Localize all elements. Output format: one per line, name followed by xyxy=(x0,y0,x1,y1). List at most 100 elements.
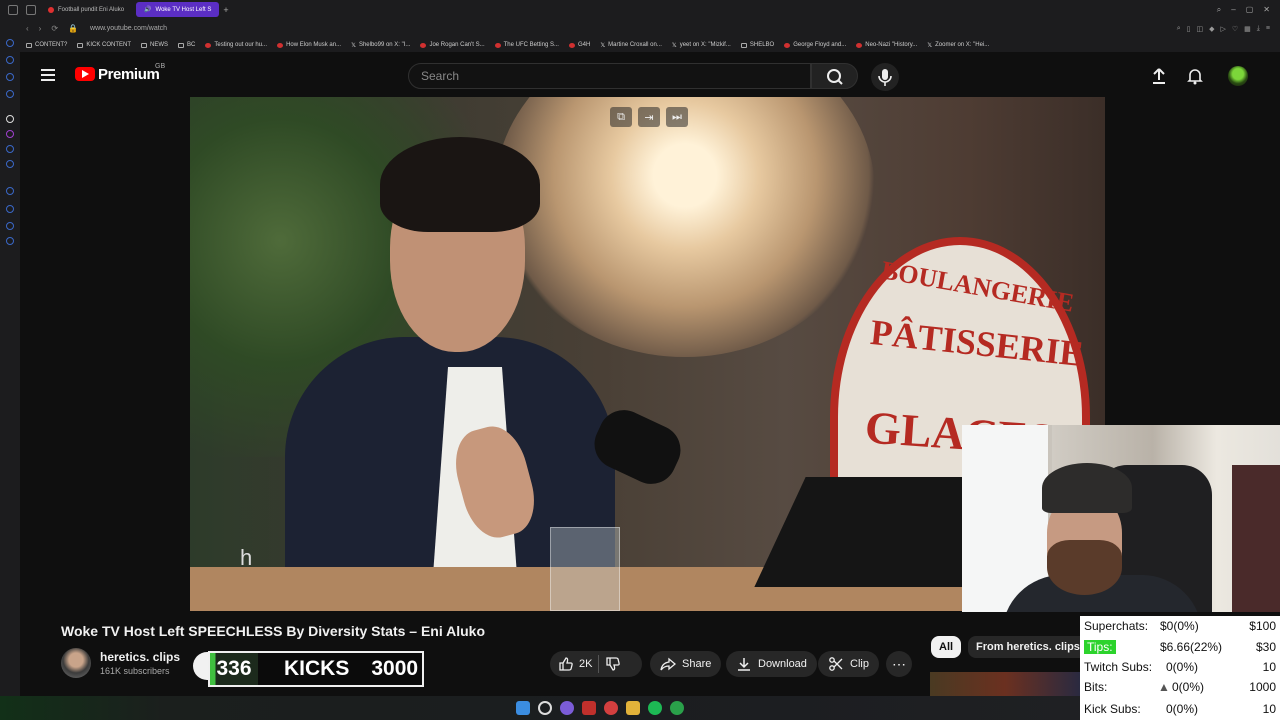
youtube-brand[interactable]: Premium xyxy=(98,66,160,83)
sidebar-clock-icon[interactable] xyxy=(6,187,14,195)
bookmark-link[interactable]: Testing out our hu... xyxy=(205,42,267,48)
filter-from-channel[interactable]: From heretics. clips xyxy=(968,636,1088,658)
more-actions-button[interactable]: ⋯ xyxy=(886,651,912,677)
back-button[interactable]: ‹ xyxy=(26,24,29,33)
spotify-icon[interactable] xyxy=(648,701,662,715)
download-icon xyxy=(738,658,750,671)
xbox-icon[interactable] xyxy=(670,701,684,715)
bookmark-link[interactable]: 𝕏yeet on X: "Mizkif... xyxy=(672,42,731,49)
bookmark-folder[interactable]: NEWS xyxy=(141,42,168,48)
search-icon[interactable] xyxy=(538,701,552,715)
stats-label: Bits: xyxy=(1084,680,1108,694)
bookmark-folder[interactable]: CONTENT? xyxy=(26,42,67,48)
bookmark-link[interactable]: How Elon Musk an... xyxy=(277,42,341,48)
stats-target: 10 xyxy=(1262,660,1276,674)
bell-icon[interactable] xyxy=(1186,67,1204,85)
url-field[interactable]: www.youtube.com/watch xyxy=(90,25,167,32)
sidebar-messenger-icon[interactable] xyxy=(6,73,14,81)
like-button[interactable]: 2K xyxy=(558,656,592,672)
tab-football-pundit[interactable]: Football pundit Eni Aluko xyxy=(40,2,132,17)
search-icon xyxy=(827,69,843,85)
menu-icon[interactable]: ≡ xyxy=(1266,25,1270,33)
sidebar-player-icon[interactable] xyxy=(6,90,14,98)
x-logo-icon: 𝕏 xyxy=(351,42,356,49)
opera-icon[interactable] xyxy=(582,701,596,715)
subscriber-count: 161K subscribers xyxy=(100,666,170,676)
sidebar-history-icon[interactable] xyxy=(6,39,14,47)
share-button[interactable]: Share xyxy=(650,651,722,677)
stats-row: Twitch Subs: 0(0%) 10 xyxy=(1084,658,1276,676)
sidebar-messenger2-icon[interactable] xyxy=(6,145,14,153)
bookmark-link[interactable]: 𝕏 Martine Croxall on... xyxy=(600,42,662,49)
thumbs-down-icon[interactable] xyxy=(605,656,621,672)
heart-icon[interactable]: ♡ xyxy=(1232,25,1238,33)
webcam-overlay xyxy=(962,425,1280,612)
bookmark-link[interactable]: Joe Rogan Can't S... xyxy=(420,42,485,48)
bookmark-link[interactable]: 𝕏 Zoomer on X: "Hei... xyxy=(927,42,989,49)
bookmark-link[interactable]: 𝕏 Shelbo99 on X: "I... xyxy=(351,42,410,49)
upload-icon[interactable] xyxy=(1150,67,1168,85)
sidebar-bookmarks-icon[interactable] xyxy=(6,56,14,64)
search-input[interactable] xyxy=(409,64,810,88)
sidebar-history2-icon[interactable] xyxy=(6,205,14,213)
channel-name[interactable]: heretics. clips xyxy=(100,650,180,664)
download-icon[interactable]: ⤓ xyxy=(1257,25,1260,33)
search-button[interactable] xyxy=(811,63,858,89)
stats-row: Bits: ▲ 0(0%) 1000 xyxy=(1084,678,1276,696)
skip-icon[interactable]: ⏭ xyxy=(666,107,688,127)
sidebar-settings-icon[interactable] xyxy=(6,237,14,245)
workspace-icon[interactable] xyxy=(8,4,18,15)
reload-button[interactable]: ⟳ xyxy=(51,24,58,33)
youtube-logo-icon[interactable] xyxy=(75,67,95,81)
stats-row: Tips: $6.66(22%) $30 xyxy=(1084,638,1276,656)
forward-button[interactable]: › xyxy=(39,24,42,33)
speaker-icon[interactable]: 🔊 xyxy=(144,6,151,13)
zoom-icon[interactable]: ⌕ xyxy=(1177,25,1181,33)
detach-icon[interactable]: ⇥ xyxy=(638,107,660,127)
extensions-icon[interactable]: ▦ xyxy=(1244,25,1251,33)
bookmark-folder[interactable]: KICK CONTENT xyxy=(77,42,131,48)
stats-value: 0(0%) xyxy=(1166,702,1199,716)
download-button[interactable]: Download xyxy=(726,651,817,677)
sidebar-ai-icon[interactable] xyxy=(6,115,14,123)
lock-icon[interactable]: 🔒 xyxy=(68,24,78,33)
close-button[interactable]: ✕ xyxy=(1263,5,1270,15)
bookmark-link[interactable]: George Floyd and... xyxy=(784,42,846,48)
account-avatar[interactable] xyxy=(1228,66,1248,86)
bookmark-link[interactable]: G4H xyxy=(568,42,590,48)
play-icon[interactable]: ▷ xyxy=(1221,25,1226,33)
camera-icon[interactable]: ◫ xyxy=(1196,25,1203,33)
folder-icon xyxy=(740,42,747,48)
sidebar-app-icon[interactable] xyxy=(6,160,14,168)
maximize-button[interactable]: ▢ xyxy=(1246,5,1254,15)
sidebar-downloads-icon[interactable] xyxy=(6,222,14,230)
voice-search-button[interactable] xyxy=(871,63,899,91)
folder-icon[interactable] xyxy=(626,701,640,715)
bookmark-folder[interactable]: BC xyxy=(178,42,195,48)
menu-icon[interactable] xyxy=(41,69,55,84)
clip-button[interactable]: Clip xyxy=(818,651,879,677)
like-count: 2K xyxy=(579,658,593,670)
bookmark-icon[interactable]: ▯ xyxy=(1187,25,1191,33)
scissors-icon xyxy=(829,657,843,671)
search-tabs-icon[interactable]: ⌕ xyxy=(1217,5,1221,15)
windows-start-icon[interactable] xyxy=(516,701,530,715)
popout-icon[interactable]: ⧉ xyxy=(610,107,632,127)
browser-icon[interactable] xyxy=(604,701,618,715)
minimize-button[interactable]: – xyxy=(1231,5,1235,15)
stats-value: 0(0%) xyxy=(1166,660,1199,674)
sidebar-twitch-icon[interactable] xyxy=(6,130,14,138)
bookmark-link[interactable]: The UFC Betting S... xyxy=(494,42,559,48)
shield-icon[interactable]: ◆ xyxy=(1209,25,1214,33)
channel-avatar[interactable] xyxy=(61,648,91,678)
site-favicon-icon xyxy=(856,42,863,48)
thumbs-up-icon xyxy=(559,657,573,671)
bookmark-link[interactable]: Neo-Nazi "History... xyxy=(856,42,917,48)
tab-woke-tv-host[interactable]: 🔊 Woke TV Host Left S xyxy=(136,2,220,17)
discord-icon[interactable] xyxy=(560,701,574,715)
new-tab-button[interactable]: + xyxy=(223,5,228,15)
tab-list-icon[interactable] xyxy=(26,4,36,15)
recommended-video-thumbnail[interactable] xyxy=(930,672,1080,696)
bookmark-folder[interactable]: SHELBO xyxy=(740,42,774,48)
filter-all[interactable]: All xyxy=(931,636,962,658)
